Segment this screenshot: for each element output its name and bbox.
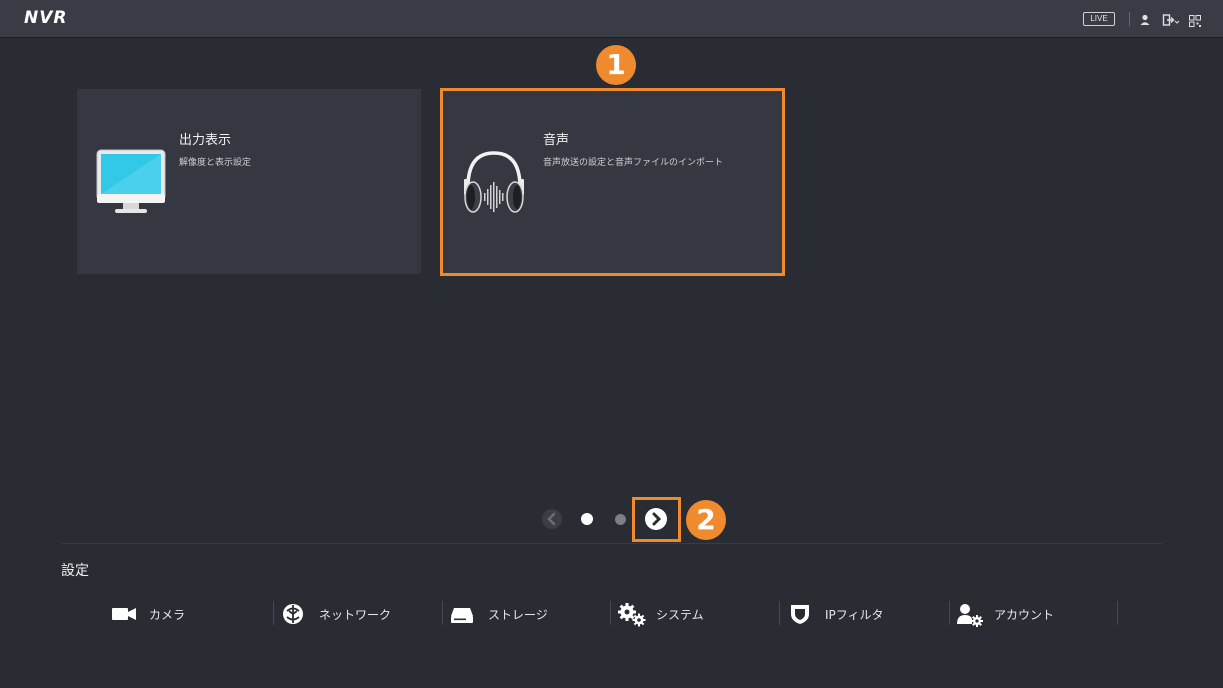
- pager-dot-page-1[interactable]: [581, 513, 593, 525]
- nav-divider: [1117, 601, 1118, 625]
- highlight-box-next-button: [632, 497, 681, 542]
- settings-item-label: カメラ: [149, 608, 186, 622]
- toolbar-divider: [1129, 12, 1130, 26]
- annotation-badge-1: 1: [596, 45, 636, 85]
- card-output-display[interactable]: 出力表示 解像度と表示設定: [77, 89, 421, 274]
- settings-item-label: IPフィルタ: [825, 608, 884, 622]
- chevron-left-icon: [547, 512, 556, 526]
- shield-icon: [789, 602, 815, 626]
- nvr-logo: NVR: [24, 8, 68, 28]
- settings-section-title: 設定: [61, 563, 89, 579]
- pager-dot-page-2[interactable]: [615, 514, 626, 525]
- account-icon: [956, 602, 986, 627]
- highlight-box-audio-card: [440, 88, 785, 276]
- settings-item-camera[interactable]: カメラ: [111, 600, 261, 628]
- logout-icon[interactable]: [1162, 12, 1180, 26]
- nav-divider: [442, 601, 443, 625]
- nav-divider: [273, 601, 274, 625]
- settings-item-label: アカウント: [994, 608, 1055, 622]
- annotation-badge-2: 2: [686, 500, 726, 540]
- settings-item-account[interactable]: アカウント: [956, 600, 1116, 628]
- nav-divider: [779, 601, 780, 625]
- monitor-icon: [95, 149, 167, 221]
- settings-item-storage[interactable]: ストレージ: [450, 600, 600, 628]
- pager-prev-button[interactable]: [542, 509, 562, 529]
- nav-divider: [610, 601, 611, 625]
- settings-item-network[interactable]: ネットワーク: [281, 600, 431, 628]
- network-icon: [281, 602, 307, 626]
- card-title: 出力表示: [179, 133, 232, 148]
- card-description: 解像度と表示設定: [179, 158, 252, 168]
- settings-item-label: システム: [656, 608, 704, 622]
- settings-item-ip-filter[interactable]: IPフィルタ: [789, 600, 939, 628]
- user-icon[interactable]: [1138, 12, 1152, 26]
- top-bar: NVR LIVE: [0, 0, 1223, 38]
- settings-item-label: ネットワーク: [319, 608, 392, 622]
- nav-divider: [949, 601, 950, 625]
- settings-item-system[interactable]: システム: [617, 600, 767, 628]
- section-divider: [62, 543, 1162, 544]
- qr-code-icon[interactable]: [1189, 12, 1203, 27]
- camera-icon: [111, 602, 137, 626]
- live-button[interactable]: LIVE: [1083, 12, 1115, 26]
- settings-item-label: ストレージ: [488, 608, 548, 622]
- gears-icon: [617, 602, 647, 627]
- storage-icon: [450, 602, 476, 626]
